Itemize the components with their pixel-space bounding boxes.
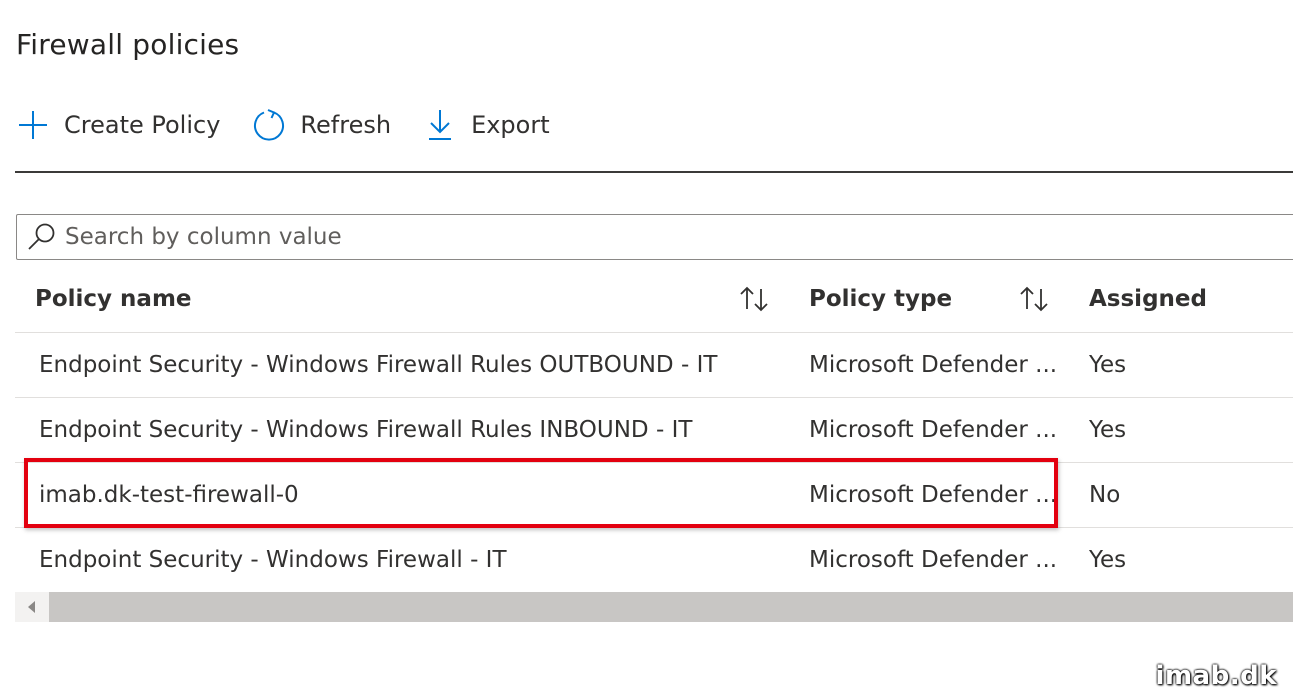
create-policy-label: Create Policy <box>64 111 221 139</box>
create-policy-button[interactable]: Create Policy <box>16 100 220 150</box>
policy-name-cell[interactable]: Endpoint Security - Windows Firewall Rul… <box>39 333 779 397</box>
policy-type-cell: Microsoft Defender ... <box>809 482 1058 508</box>
policy-name-cell[interactable]: imab.dk-test-firewall-0 <box>39 463 779 527</box>
search-icon <box>27 222 57 252</box>
plus-icon <box>16 108 50 142</box>
chevron-left-icon[interactable] <box>15 592 49 622</box>
command-bar: Create Policy Refresh Export <box>16 100 582 150</box>
sort-arrows-icon[interactable] <box>1017 284 1051 314</box>
export-button[interactable]: Export <box>423 100 550 150</box>
watermark: imab.dk <box>1155 661 1277 691</box>
page-title: Firewall policies <box>16 28 240 61</box>
policy-name-cell[interactable]: Endpoint Security - Windows Firewall Rul… <box>39 398 779 462</box>
column-header-policy-name[interactable]: Policy name <box>35 266 775 332</box>
policies-table: Policy name Policy type Assigned Endpoin… <box>15 266 1293 593</box>
refresh-button[interactable]: Refresh <box>252 100 391 150</box>
refresh-icon <box>252 108 286 142</box>
table-row[interactable]: Endpoint Security - Windows Firewall Rul… <box>15 333 1293 398</box>
toolbar-divider <box>15 171 1293 173</box>
search-input[interactable] <box>65 224 1165 250</box>
assigned-cell: Yes <box>1089 417 1127 443</box>
table-row[interactable]: imab.dk-test-firewall-0 Microsoft Defend… <box>15 463 1293 528</box>
download-icon <box>423 108 457 142</box>
assigned-cell: Yes <box>1089 547 1127 573</box>
table-row[interactable]: Endpoint Security - Windows Firewall - I… <box>15 528 1293 593</box>
policy-type-cell: Microsoft Defender ... <box>809 352 1058 378</box>
search-box[interactable] <box>16 214 1293 260</box>
refresh-label: Refresh <box>300 111 392 139</box>
scrollbar-thumb[interactable] <box>49 592 1293 622</box>
policy-type-cell: Microsoft Defender ... <box>809 417 1058 443</box>
table-header-row: Policy name Policy type Assigned <box>15 266 1293 333</box>
column-header-assigned[interactable]: Assigned <box>1089 266 1289 332</box>
assigned-cell: Yes <box>1089 352 1127 378</box>
policy-type-cell: Microsoft Defender ... <box>809 547 1058 573</box>
assigned-cell: No <box>1089 482 1121 508</box>
sort-arrows-icon[interactable] <box>737 284 771 314</box>
table-row[interactable]: Endpoint Security - Windows Firewall Rul… <box>15 398 1293 463</box>
export-label: Export <box>471 111 550 139</box>
horizontal-scrollbar[interactable] <box>15 592 1293 622</box>
policy-name-cell[interactable]: Endpoint Security - Windows Firewall - I… <box>39 528 779 592</box>
